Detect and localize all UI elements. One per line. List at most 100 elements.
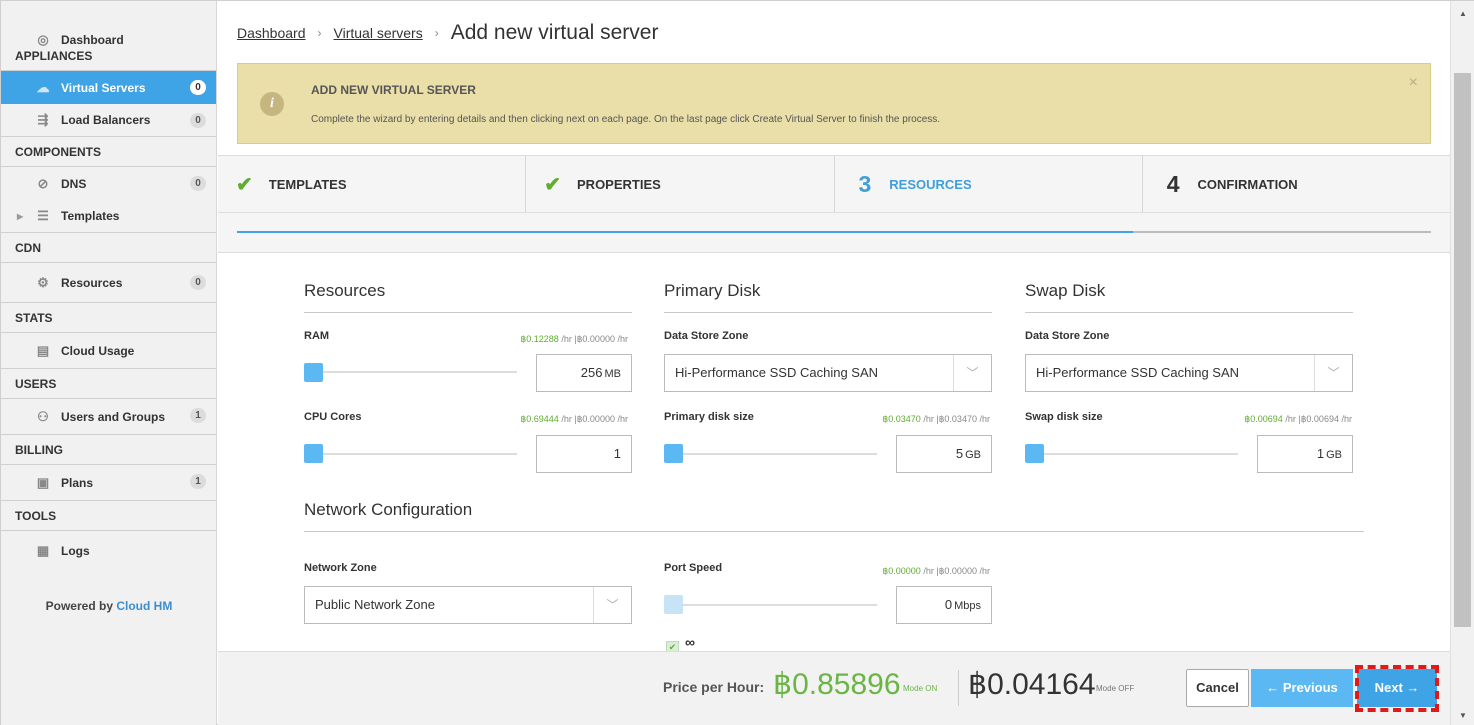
dns-icon: ⊘ (37, 175, 49, 191)
count-badge: 0 (190, 113, 206, 128)
divider (664, 312, 992, 313)
wizard-progress-area (218, 213, 1450, 253)
port-speed-slider-track[interactable] (664, 604, 877, 606)
step-label: RESOURCES (889, 176, 972, 192)
swap-disk-size-input[interactable]: 1 GB (1257, 435, 1353, 473)
cancel-button[interactable]: Cancel (1186, 669, 1249, 707)
step-label: CONFIRMATION (1197, 176, 1298, 192)
primary-disk-slider-track[interactable] (664, 453, 877, 455)
sidebar-item-label: DNS (61, 176, 87, 191)
cpu-price: ฿0.69444 /hr |฿0.00000 /hr (520, 414, 628, 424)
chevron-down-icon[interactable]: ﹀ (953, 355, 991, 391)
load-balancer-icon: ⇶ (37, 112, 49, 127)
scroll-up-arrow-icon[interactable]: ▲ (1459, 9, 1467, 18)
primary-disk-size-label: Primary disk size (664, 411, 754, 423)
info-alert: i ADD NEW VIRTUAL SERVER Complete the wi… (237, 63, 1431, 144)
swap-disk-slider-handle[interactable] (1025, 444, 1044, 463)
chevron-down-icon[interactable]: ﹀ (593, 587, 631, 623)
cpu-cores-input[interactable]: 1 (536, 435, 632, 473)
port-speed-slider-handle[interactable] (664, 595, 683, 614)
breadcrumb-dashboard-link[interactable]: Dashboard (237, 25, 306, 41)
count-badge: 0 (190, 80, 206, 95)
sidebar-item-resources[interactable]: ⚙ Resources 0 (1, 263, 216, 303)
swap-data-store-zone-label: Data Store Zone (1025, 330, 1110, 342)
primary-disk-slider-handle[interactable] (664, 444, 683, 463)
section-billing: BILLING (1, 435, 216, 465)
sidebar-item-load-balancers[interactable]: ⇶ Load Balancers 0 (1, 104, 216, 137)
step-templates[interactable]: ✔ TEMPLATES (218, 156, 527, 212)
step-number: 4 (1166, 170, 1180, 197)
logs-icon: ▦ (36, 543, 50, 558)
sidebar-item-users-and-groups[interactable]: ⚇ Users and Groups 1 (1, 399, 216, 435)
ram-slider-track[interactable] (304, 371, 517, 373)
cpu-slider-track[interactable] (304, 453, 517, 455)
mode-on-label: Mode ON (903, 684, 938, 693)
breadcrumb-virtual-servers-link[interactable]: Virtual servers (334, 25, 423, 41)
port-speed-input[interactable]: 0 Mbps (896, 586, 992, 624)
sidebar-item-plans[interactable]: ▣ Plans 1 (1, 465, 216, 501)
swap-data-store-zone-select[interactable]: Hi-Performance SSD Caching SAN ﹀ (1025, 354, 1353, 392)
network-configuration-heading: Network Configuration (304, 500, 473, 519)
powered-by-prefix: Powered by (45, 599, 113, 613)
previous-button[interactable]: ← Previous (1251, 669, 1353, 707)
scroll-down-arrow-icon[interactable]: ▼ (1459, 711, 1467, 720)
wizard-progress-fill (237, 231, 1133, 233)
alert-text: Complete the wizard by entering details … (311, 114, 941, 125)
cloud-icon: ☁ (36, 79, 50, 95)
network-zone-select[interactable]: Public Network Zone ﹀ (304, 586, 632, 624)
infinity-icon: ∞ (685, 634, 695, 650)
vertical-scrollbar[interactable]: ▲ ▼ (1450, 1, 1474, 725)
sidebar-item-label: Resources (61, 275, 123, 290)
swap-disk-slider-track[interactable] (1025, 453, 1238, 455)
select-value: Hi-Performance SSD Caching SAN (675, 365, 879, 380)
select-value: Hi-Performance SSD Caching SAN (1036, 365, 1240, 380)
step-number: 3 (858, 170, 872, 197)
port-speed-label: Port Speed (664, 562, 723, 574)
port-speed-price: ฿0.00000 /hr |฿0.00000 /hr (882, 566, 990, 576)
cloud-usage-icon: ▤ (36, 342, 50, 358)
primary-data-store-zone-select[interactable]: Hi-Performance SSD Caching SAN ﹀ (664, 354, 992, 392)
resources-heading: Resources (304, 281, 386, 300)
count-badge: 0 (190, 275, 206, 290)
chevron-down-icon[interactable]: ﹀ (1314, 355, 1352, 391)
alert-title: ADD NEW VIRTUAL SERVER (311, 83, 476, 97)
step-confirmation[interactable]: 4 CONFIRMATION (1143, 156, 1450, 212)
close-icon[interactable]: × (1409, 74, 1418, 92)
divider (1025, 312, 1353, 313)
divider (304, 312, 632, 313)
ram-input[interactable]: 256 MB (536, 354, 632, 392)
price-footer: Price per Hour: ฿0.85896 Mode ON ฿0.0416… (218, 651, 1450, 725)
divider (304, 531, 1364, 532)
price-divider (958, 670, 959, 706)
cpu-slider-handle[interactable] (304, 444, 323, 463)
sidebar-item-templates[interactable]: ▶ ☰ Templates (1, 200, 216, 233)
sidebar-item-dns[interactable]: ⊘ DNS 0 (1, 167, 216, 200)
templates-icon: ☰ (37, 208, 49, 223)
swap-disk-heading: Swap Disk (1025, 281, 1106, 300)
sidebar-item-cloud-usage[interactable]: ▤ Cloud Usage (1, 333, 216, 369)
ram-price: ฿0.12288 /hr |฿0.00000 /hr (520, 334, 628, 344)
sidebar-item-label: Users and Groups (61, 409, 166, 424)
primary-disk-size-input[interactable]: 5 GB (896, 435, 992, 473)
step-label: PROPERTIES (577, 176, 661, 192)
sidebar-item-logs[interactable]: ▦ Logs (1, 531, 216, 571)
sidebar-item-label: Cloud Usage (61, 343, 135, 358)
sidebar-item-label: Load Balancers (61, 113, 151, 127)
swap-disk-size-label: Swap disk size (1025, 411, 1103, 423)
sidebar-item-virtual-servers[interactable]: ☁ Virtual Servers 0 (1, 71, 216, 104)
step-resources[interactable]: 3 RESOURCES (835, 156, 1143, 212)
section-components: COMPONENTS (1, 137, 216, 167)
powered-by-brand-link[interactable]: Cloud HM (116, 599, 172, 613)
scrollbar-thumb[interactable] (1454, 73, 1471, 627)
price-mode-off: ฿0.04164 (968, 668, 1096, 701)
breadcrumb: Dashboard › Virtual servers › Add new vi… (237, 19, 658, 47)
wizard-steps: ✔ TEMPLATES ✔ PROPERTIES 3 RESOURCES 4 C… (218, 155, 1450, 213)
ram-slider-handle[interactable] (304, 363, 323, 382)
count-badge: 1 (190, 408, 206, 423)
expand-arrow-icon[interactable]: ▶ (17, 212, 23, 221)
step-properties[interactable]: ✔ PROPERTIES (526, 156, 835, 212)
swap-disk-price: ฿0.00694 /hr |฿0.00694 /hr (1244, 414, 1352, 424)
section-cdn: CDN (1, 233, 216, 263)
sidebar-item-label: Templates (61, 209, 120, 223)
sidebar-item-dashboard[interactable]: ◎ Dashboard (1, 1, 216, 63)
